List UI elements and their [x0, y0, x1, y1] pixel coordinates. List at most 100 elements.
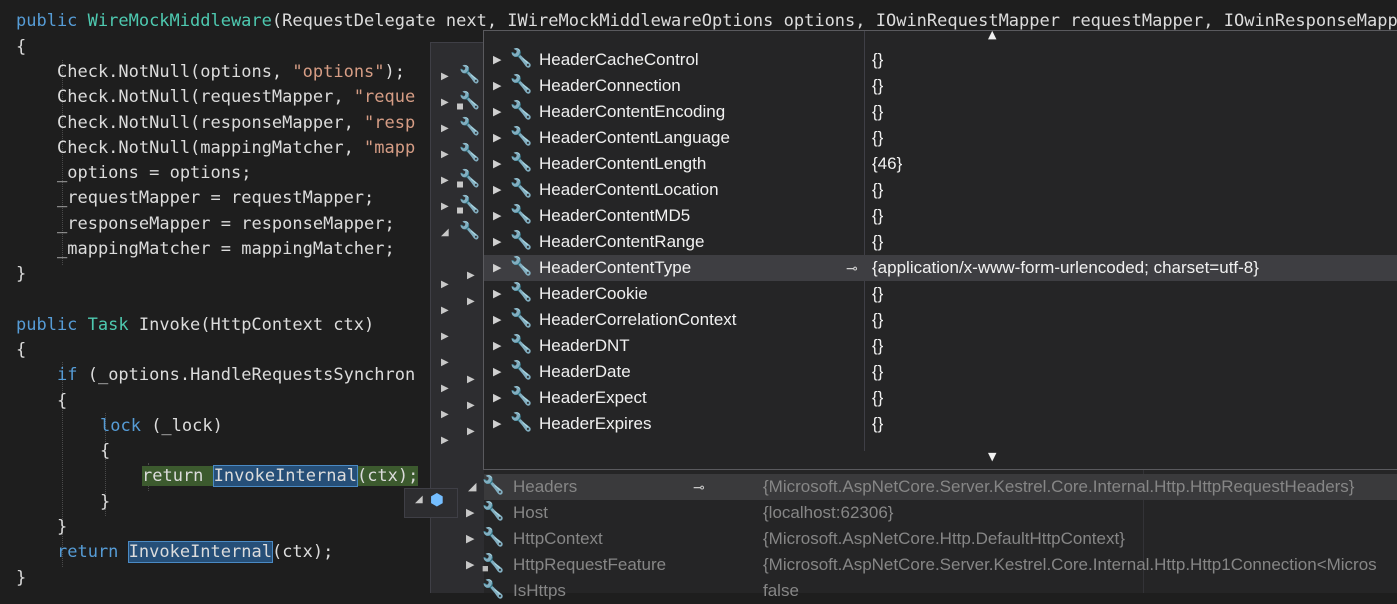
- property-value[interactable]: {}: [872, 229, 883, 255]
- expand-arrow-icon[interactable]: ▶: [493, 177, 501, 203]
- property-name: Headers: [513, 477, 578, 496]
- wrench-icon: 🔧: [510, 308, 533, 329]
- wrench-icon: 🔧: [510, 282, 533, 303]
- expand-arrow-icon[interactable]: ▶: [493, 333, 501, 359]
- code-line: }: [16, 264, 27, 284]
- datatip-row-httprequestfeature[interactable]: ▶ ■ 🔧 HttpRequestFeature {Microsoft.AspN…: [466, 552, 1397, 578]
- property-value[interactable]: {}: [872, 99, 883, 125]
- expand-arrow-icon[interactable]: ▶: [493, 151, 501, 177]
- code-line: return InvokeInternal(ctx);: [57, 541, 334, 563]
- property-value[interactable]: {}: [872, 359, 883, 385]
- wrench-icon: 🔧: [510, 126, 533, 147]
- expand-arrow-icon[interactable]: ▶: [493, 99, 501, 125]
- code-line: _responseMapper = responseMapper;: [57, 214, 395, 234]
- expand-arrow-icon[interactable]: ▶: [493, 385, 501, 411]
- datatip-row[interactable]: ▶ 🔧 HeaderContentMD5 {}: [484, 203, 1397, 229]
- wrench-icon: 🔧: [510, 48, 533, 69]
- collapse-arrow-icon[interactable]: ◢: [468, 474, 476, 500]
- pin-icon[interactable]: ⊸: [693, 474, 705, 500]
- property-value[interactable]: {}: [872, 177, 883, 203]
- symbol-reference: InvokeInternal: [127, 541, 273, 563]
- expand-arrow-icon[interactable]: ▶: [441, 71, 449, 82]
- property-value[interactable]: {}: [872, 73, 883, 99]
- property-value[interactable]: false: [763, 578, 799, 604]
- wrench-icon: 🔧: [459, 117, 481, 137]
- expand-arrow-icon[interactable]: ▶: [493, 125, 501, 151]
- quickwatch-tip[interactable]: ◢ ⬢: [404, 488, 458, 518]
- datatip-row[interactable]: ▶ 🔧 HeaderCorrelationContext {}: [484, 307, 1397, 333]
- expand-arrow-icon[interactable]: ▶: [441, 97, 449, 108]
- property-value[interactable]: {}: [872, 307, 883, 333]
- datatip-row[interactable]: ▶ 🔧 HeaderExpect {}: [484, 385, 1397, 411]
- expand-arrow-icon[interactable]: ▶: [441, 331, 449, 342]
- current-statement: return InvokeInternal(ctx);: [142, 465, 419, 487]
- expand-arrow-icon[interactable]: ▶: [441, 435, 449, 446]
- expand-arrow-icon[interactable]: ▶: [441, 123, 449, 134]
- property-value[interactable]: {}: [872, 47, 883, 73]
- expand-arrow-icon[interactable]: ▶: [493, 47, 501, 73]
- datatip-row[interactable]: ▶ 🔧 HeaderDNT {}: [484, 333, 1397, 359]
- property-value[interactable]: {}: [872, 333, 883, 359]
- datatip-row[interactable]: ▶ 🔧 HeaderCacheControl {}: [484, 47, 1397, 73]
- scroll-up-icon[interactable]: ▲: [988, 28, 996, 41]
- expand-arrow-icon[interactable]: ▶: [441, 149, 449, 160]
- expand-arrow-icon[interactable]: ▶: [493, 359, 501, 385]
- expand-arrow-icon[interactable]: ▶: [493, 307, 501, 333]
- expand-arrow-icon[interactable]: ▶: [467, 374, 475, 385]
- expand-arrow-icon[interactable]: ▶: [467, 296, 475, 307]
- property-value[interactable]: {Microsoft.AspNetCore.Server.Kestrel.Cor…: [763, 552, 1377, 578]
- datatip-row[interactable]: ▶ 🔧 HeaderContentEncoding {}: [484, 99, 1397, 125]
- property-value[interactable]: {localhost:62306}: [763, 500, 893, 526]
- property-value[interactable]: {46}: [872, 151, 902, 177]
- datatip-row[interactable]: ▶ 🔧 HeaderContentLocation {}: [484, 177, 1397, 203]
- expand-arrow-icon[interactable]: ▶: [441, 409, 449, 420]
- expand-arrow-icon[interactable]: ▶: [493, 281, 501, 307]
- datatip-row-ishttps[interactable]: 🔧 IsHttps false: [482, 578, 1397, 604]
- expand-arrow-icon[interactable]: ▶: [441, 201, 449, 212]
- datatip-row[interactable]: ▶ 🔧 HeaderContentLength {46}: [484, 151, 1397, 177]
- scroll-down-icon[interactable]: ▼: [988, 450, 996, 463]
- property-value[interactable]: {}: [872, 203, 883, 229]
- datatip-row[interactable]: ▶ 🔧 HeaderContentRange {}: [484, 229, 1397, 255]
- property-value[interactable]: {}: [872, 385, 883, 411]
- property-value[interactable]: {Microsoft.AspNetCore.Server.Kestrel.Cor…: [763, 474, 1355, 500]
- expand-arrow-icon[interactable]: ▶: [467, 400, 475, 411]
- property-name: HeaderContentLength: [539, 154, 707, 173]
- datatip-row[interactable]: ▶ 🔧 HeaderConnection {}: [484, 73, 1397, 99]
- expand-arrow-icon[interactable]: ▶: [493, 203, 501, 229]
- datatip-row-host[interactable]: ▶ 🔧 Host {localhost:62306}: [466, 500, 1397, 526]
- datatip-row[interactable]: ▶ 🔧 HeaderDate {}: [484, 359, 1397, 385]
- expand-arrow-icon[interactable]: ▶: [441, 279, 449, 290]
- wrench-icon: 🔧: [510, 152, 533, 173]
- expand-arrow-icon[interactable]: ◢: [415, 494, 423, 505]
- expand-arrow-icon[interactable]: ▶: [466, 500, 474, 526]
- datatip-row[interactable]: ▶ 🔧 HeaderExpires {}: [484, 411, 1397, 437]
- datatip-row-httpcontext[interactable]: ▶ 🔧 HttpContext {Microsoft.AspNetCore.Ht…: [466, 526, 1397, 552]
- code-line: if (_options.HandleRequestsSynchron: [57, 365, 416, 385]
- expand-arrow-icon[interactable]: ▶: [493, 73, 501, 99]
- property-value[interactable]: {Microsoft.AspNetCore.Http.DefaultHttpCo…: [763, 526, 1125, 552]
- property-value[interactable]: {}: [872, 411, 883, 437]
- expand-arrow-icon[interactable]: ▶: [466, 552, 474, 578]
- expand-arrow-icon[interactable]: ▶: [493, 255, 501, 281]
- datatip-row[interactable]: ▶ 🔧 HeaderContentType ⊸ {application/x-www-f…: [484, 255, 1397, 281]
- datatip-row-headers[interactable]: ◢ 🔧 Headers ⊸ {Microsoft.AspNetCore.Serv…: [468, 474, 1397, 500]
- property-value[interactable]: {}: [872, 125, 883, 151]
- expand-arrow-icon[interactable]: ▶: [493, 411, 501, 437]
- expand-arrow-icon[interactable]: ▶: [467, 270, 475, 281]
- expand-arrow-icon[interactable]: ▶: [441, 305, 449, 316]
- property-name: HeaderContentLanguage: [539, 128, 730, 147]
- wrench-icon: 🔧: [510, 386, 533, 407]
- expand-arrow-icon[interactable]: ▶: [493, 229, 501, 255]
- datatip-row[interactable]: ▶ 🔧 HeaderCookie {}: [484, 281, 1397, 307]
- pin-icon[interactable]: ⊸: [846, 255, 858, 281]
- collapse-arrow-icon[interactable]: ◢: [441, 227, 449, 238]
- expand-arrow-icon[interactable]: ▶: [441, 383, 449, 394]
- expand-arrow-icon[interactable]: ▶: [467, 426, 475, 437]
- expand-arrow-icon[interactable]: ▶: [441, 175, 449, 186]
- property-value[interactable]: {application/x-www-form-urlencoded; char…: [872, 255, 1259, 281]
- expand-arrow-icon[interactable]: ▶: [441, 357, 449, 368]
- expand-arrow-icon[interactable]: ▶: [466, 526, 474, 552]
- property-value[interactable]: {}: [872, 281, 883, 307]
- datatip-row[interactable]: ▶ 🔧 HeaderContentLanguage {}: [484, 125, 1397, 151]
